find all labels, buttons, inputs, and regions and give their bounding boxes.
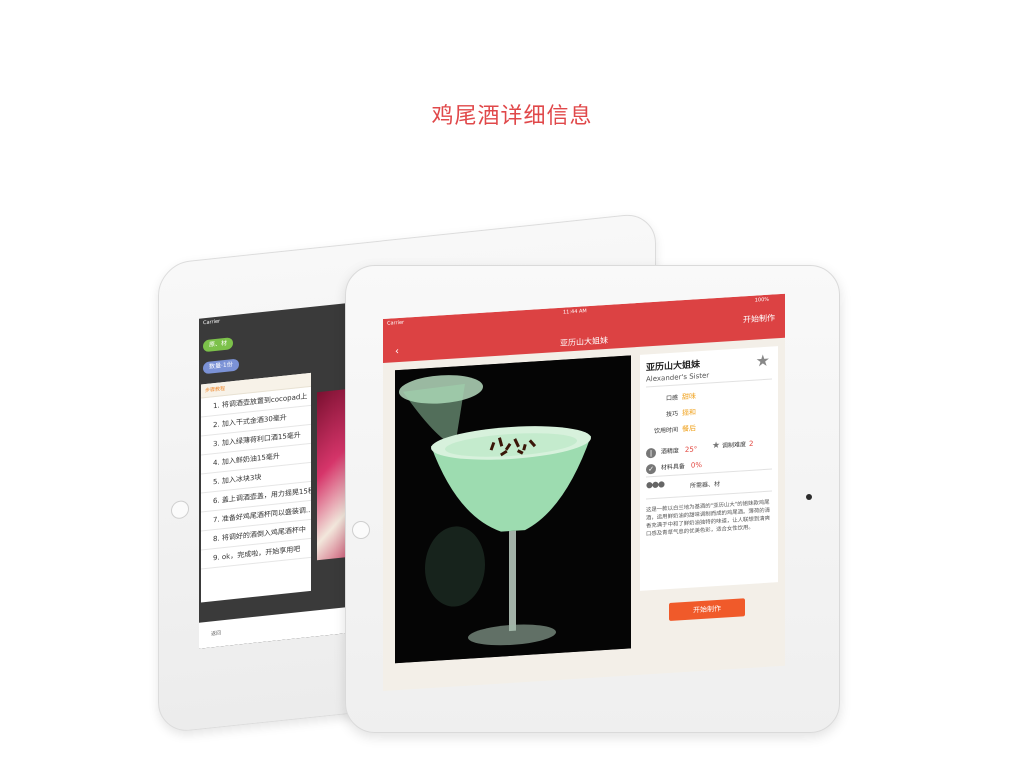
difficulty-meta: ★ 调制难度 2: [712, 438, 753, 453]
drink-description: 这是一款以白兰地为基酒的"亚历山大"的姐妹款鸡尾酒，运用鲜奶油的甜味调制而成的鸡…: [646, 499, 770, 538]
page-title: 鸡尾酒详细信息: [431, 104, 593, 129]
cocktail-glass-illustration: [395, 355, 631, 664]
ingredients-value: 0%: [690, 460, 702, 470]
drink-name-cn: 亚历山大姐妹: [646, 360, 701, 374]
alcohol-icon: ǀ: [646, 447, 656, 458]
taste-label: 口感: [665, 394, 678, 403]
front-screen: Carrier 11:44 AM 100% 开始制作 ‹ 亚历山大姐妹 亚历山大…: [383, 293, 785, 691]
abv-meta: ǀ 酒精度 25°: [646, 443, 697, 458]
ingredients-label: 材料具备: [660, 463, 685, 472]
drink-time-label: 饮用时间: [653, 426, 678, 435]
more-dots-icon: ●●●: [646, 479, 664, 490]
camera-dot: [806, 494, 812, 500]
difficulty-label: 调制难度: [722, 441, 747, 450]
steps-card: 步骤教程 1. 将调酒壶放置到cocopad上 2. 加入干式金酒30毫升 3.…: [201, 372, 311, 603]
drink-info-card: 亚历山大姐妹 Alexander's Sister ★ 口感 甜味 技巧 摇和 …: [640, 346, 778, 591]
star-icon[interactable]: ★: [756, 351, 770, 371]
tools-label: 所需器、材: [690, 480, 721, 490]
abv-value: 25°: [684, 445, 698, 455]
materials-tag[interactable]: 原、材: [203, 337, 234, 353]
quantity-tag[interactable]: 数量·1份: [203, 358, 239, 375]
steps-list: 1. 将调酒壶放置到cocopad上 2. 加入干式金酒30毫升 3. 加入绿薄…: [201, 386, 311, 570]
technique-label: 技巧: [665, 410, 678, 419]
clock: 11:44 AM: [563, 308, 587, 316]
battery-level: 100%: [754, 296, 769, 304]
drink-name-en: Alexander's Sister: [646, 371, 710, 384]
taste-value: 甜味: [682, 392, 696, 402]
drink-time-value: 餐后: [682, 424, 696, 434]
check-circle-icon: ✓: [646, 463, 656, 474]
home-button: [352, 521, 370, 539]
difficulty-star-icon: ★: [712, 440, 721, 452]
carrier-label: Carrier: [387, 319, 405, 327]
abv-label: 酒精度: [660, 447, 679, 456]
technique-value: 摇和: [682, 408, 696, 418]
start-making-nav-button[interactable]: 开始制作: [743, 312, 775, 325]
ipad-front-device: Carrier 11:44 AM 100% 开始制作 ‹ 亚历山大姐妹 亚历山大…: [345, 265, 840, 733]
start-making-button[interactable]: 开始制作: [669, 598, 745, 622]
difficulty-value: 2: [748, 439, 754, 448]
cocktail-photo: [395, 355, 631, 664]
home-button: [171, 499, 189, 520]
status-bar: Carrier 11:44 AM 100%: [383, 296, 785, 329]
back-footer-label[interactable]: 返回: [211, 629, 221, 637]
ingredients-meta: ✓ 材料具备 0%: [646, 459, 702, 475]
